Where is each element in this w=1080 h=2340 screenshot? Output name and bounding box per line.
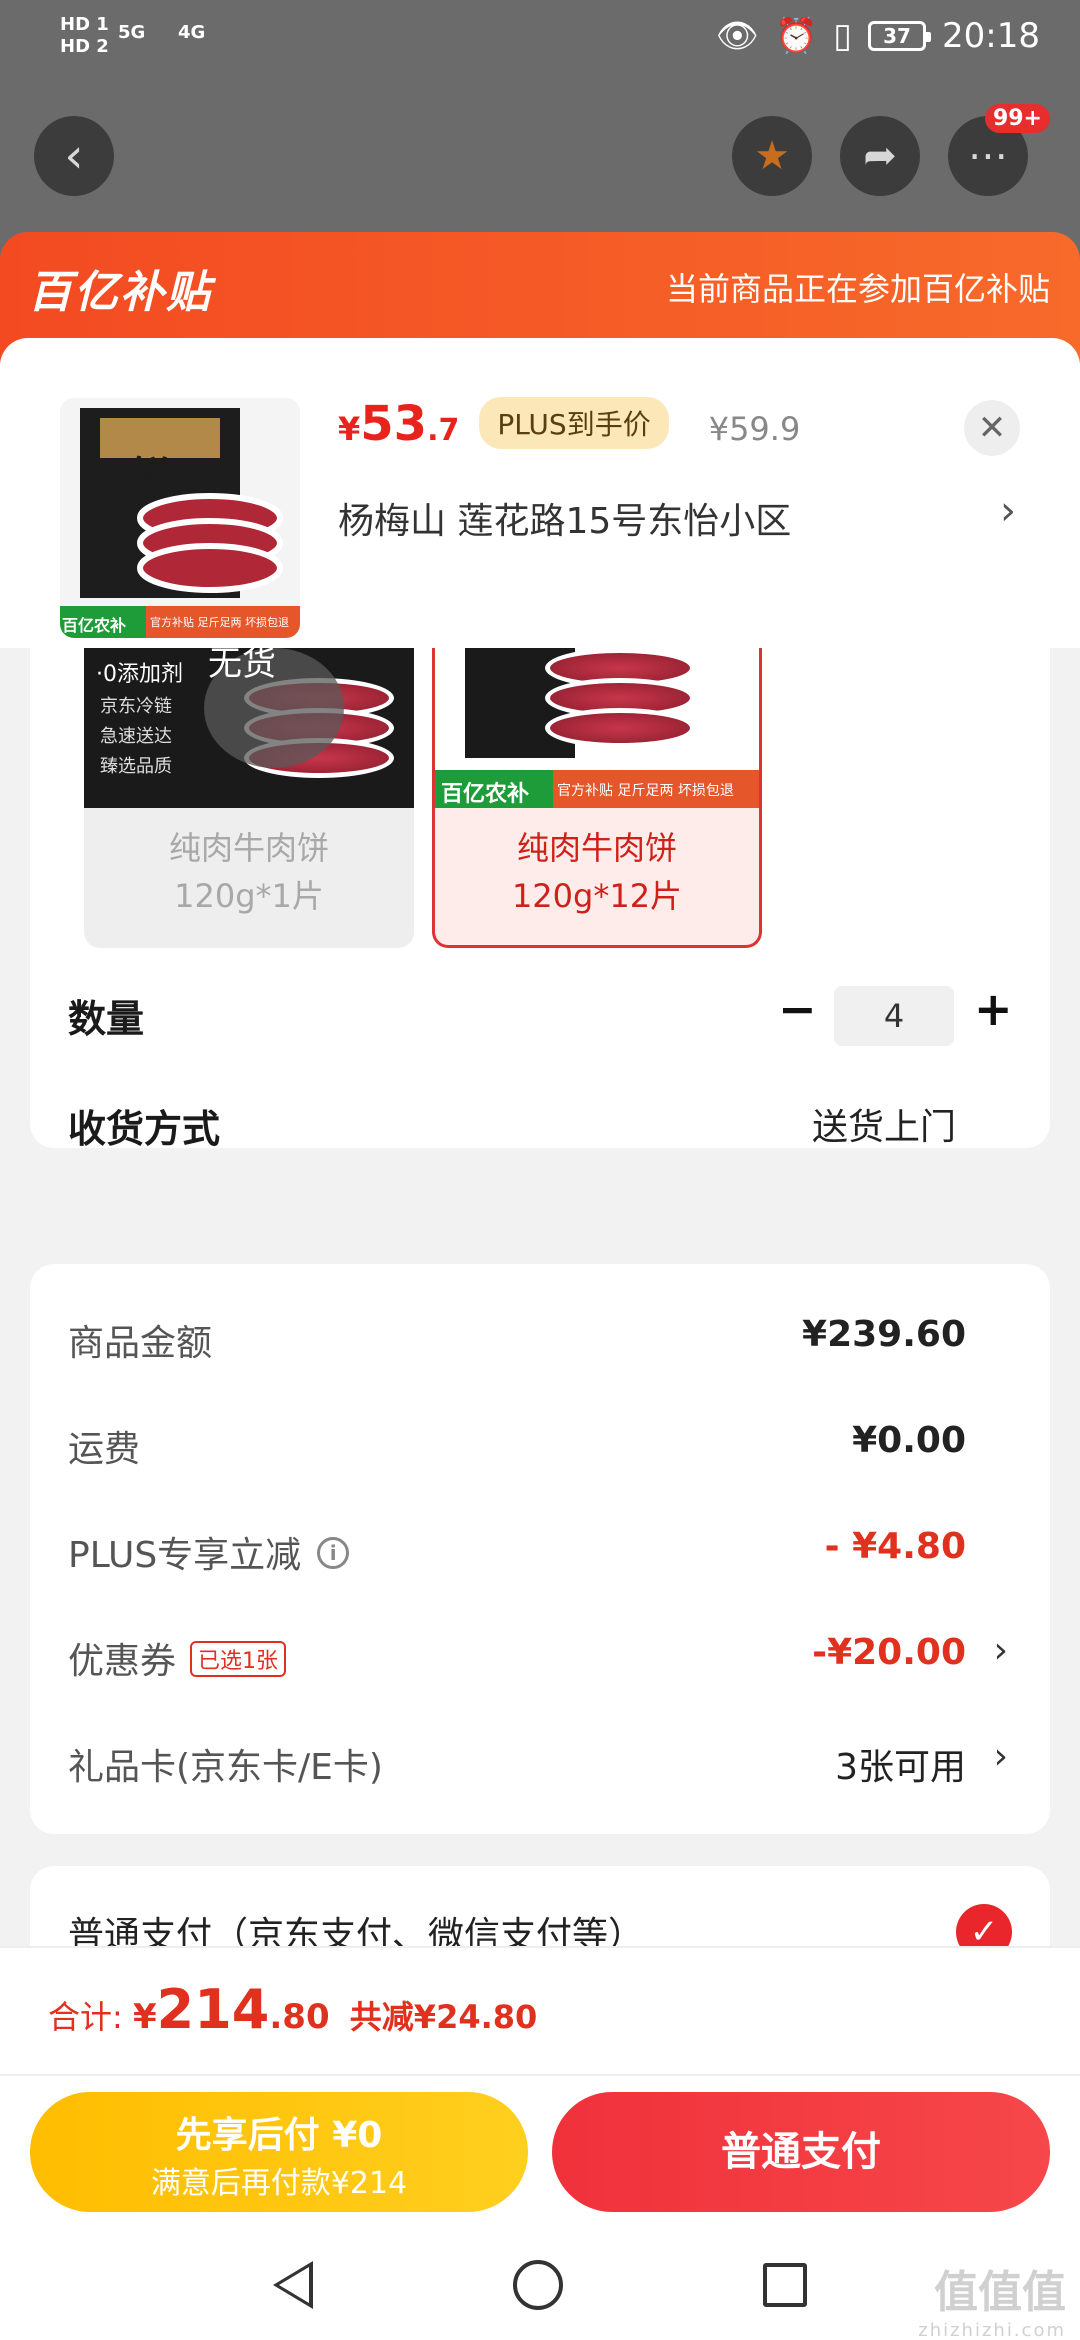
eye-icon: 👁 — [715, 16, 759, 56]
variant-img-text: 京东冷链 — [100, 696, 172, 717]
delivery-address[interactable]: 杨梅山 莲花路15号东怡小区 — [338, 492, 791, 544]
status-icons: 👁 ⏰ ▯ 37 20:18 — [716, 16, 1040, 56]
quantity-label: 数量 — [68, 997, 145, 1041]
battery-icon: 37 — [868, 21, 932, 51]
star-icon: ★ — [754, 133, 790, 179]
product-thumbnail: 鲜 百亿农补 官方补贴 足斤足两 坏损包退 — [60, 398, 300, 638]
original-price: ¥59.9 — [708, 410, 801, 448]
pay-later-button[interactable]: 先享后付 ¥0 满意后再付款¥214 — [30, 2092, 528, 2212]
sim1-label: HD 1 — [60, 14, 109, 35]
notification-badge: 99+ — [984, 104, 1050, 133]
signal-indicators: HD 1 HD 2 5G 4G — [60, 14, 205, 58]
clock-time: 20:18 — [942, 16, 1040, 56]
total-currency: ¥ — [132, 1997, 157, 2037]
pay-later-title: 先享后付 ¥0 — [175, 2115, 383, 2156]
variant-img-text: 臻选品质 — [100, 756, 172, 777]
thumb-tag: 官方补贴 足斤足两 坏损包退 — [150, 616, 289, 629]
pay-later-subtitle: 满意后再付款¥214 — [150, 2166, 408, 2201]
subsidy-message: 当前商品正在参加百亿补贴 — [665, 270, 1050, 308]
thumb-badge: 百亿农补 — [62, 616, 127, 635]
favorite-button[interactable]: ★ — [732, 116, 812, 196]
alarm-icon: ⏰ — [774, 16, 818, 56]
vibrate-icon: ▯ — [833, 16, 853, 56]
plus-discount-label: PLUS专享立减 — [68, 1535, 302, 1576]
variant-image: ·0添加剂 京东冷链 急速送达 臻选品质 无货 — [84, 648, 414, 808]
nav-home-icon[interactable] — [513, 2260, 563, 2310]
more-dots-icon: ⋯ — [968, 133, 1008, 179]
status-bar: HD 1 HD 2 5G 4G 👁 ⏰ ▯ 37 20:18 — [0, 0, 1080, 80]
total-reduce-value: ¥24.80 — [413, 1998, 538, 2036]
plus-discount-row: PLUS专享立减 i — [68, 1526, 350, 1578]
price-currency: ¥ — [338, 410, 361, 448]
variant-image: 百亿农补 官方补贴 足斤足两 坏损包退 — [435, 648, 759, 808]
close-icon: ✕ — [977, 408, 1007, 448]
watermark-sub: zhizhizhi.com — [918, 2320, 1066, 2340]
quantity-input[interactable]: 4 — [834, 986, 954, 1046]
total-label: 合计: — [48, 1998, 123, 2036]
delivery-method-value[interactable]: 送货上门 — [812, 1098, 956, 1150]
coupon-label: 优惠券 — [68, 1641, 177, 1682]
variant-img-text: ·0添加剂 — [96, 662, 183, 687]
total-row: 合计: ¥214.80 共减¥24.80 — [0, 1946, 1080, 2076]
watermark-main: 值值值 — [934, 2267, 1066, 2318]
shipping-label: 运费 — [68, 1429, 141, 1470]
total-amount: 合计: ¥214.80 共减¥24.80 — [48, 1978, 537, 2041]
variant-label: 纯肉牛肉饼 120g*12片 — [435, 808, 759, 920]
variant-img-text: 急速送达 — [100, 726, 172, 747]
variant-label: 纯肉牛肉饼 120g*1片 — [84, 808, 414, 920]
variant-option-selected[interactable]: 百亿农补 官方补贴 足斤足两 坏损包退 纯肉牛肉饼 120g*12片 — [432, 648, 762, 948]
goods-amount-label: 商品金额 — [68, 1323, 213, 1364]
chevron-right-icon[interactable]: › — [1000, 488, 1016, 534]
delivery-method-label: 收货方式 — [68, 1107, 221, 1151]
subsidy-logo: 百亿补贴 — [28, 267, 212, 318]
nav-recent-icon[interactable] — [763, 2263, 807, 2307]
back-button[interactable]: ‹ — [34, 116, 114, 196]
total-decimal: .80 — [269, 1997, 330, 2037]
options-card: ·0添加剂 京东冷链 急速送达 臻选品质 无货 纯肉牛肉饼 120g*1片 百亿… — [30, 648, 1050, 1151]
price-decimal: .7 — [427, 413, 460, 448]
variant-name: 纯肉牛肉饼 — [168, 829, 329, 867]
info-icon[interactable]: i — [317, 1537, 350, 1569]
product-image-icon — [60, 408, 300, 638]
network-4g-label: 4G — [178, 22, 206, 43]
thumb-brand: 鲜 — [130, 454, 170, 500]
variant-badge: 百亿农补 — [441, 782, 530, 807]
product-header: 鲜 百亿农补 官方补贴 足斤足两 坏损包退 ¥ 53 .7 PLUS到手价 ¥5… — [0, 338, 1080, 648]
total-integer: 214 — [156, 1978, 270, 2041]
giftcard-value[interactable]: 3张可用 — [835, 1738, 966, 1790]
price-integer: 53 — [360, 396, 428, 452]
coupon-selected-tag: 已选1张 — [190, 1641, 287, 1677]
share-button[interactable]: ➦ — [840, 116, 920, 196]
watermark: 值值值 zhizhizhi.com — [918, 2256, 1066, 2340]
shipping-value: ¥0.00 — [852, 1420, 966, 1461]
giftcard-label[interactable]: 礼品卡(京东卡/E卡) — [68, 1738, 383, 1790]
goods-amount-value: ¥239.60 — [802, 1314, 966, 1355]
normal-pay-button[interactable]: 普通支付 — [552, 2092, 1050, 2212]
sim2-label: HD 2 — [60, 36, 109, 57]
out-of-stock-label: 无货 — [208, 648, 276, 684]
coupon-value[interactable]: -¥20.00 — [812, 1632, 966, 1673]
chevron-right-icon[interactable]: › — [994, 1630, 1008, 1671]
total-reduce-label: 共减 — [349, 1998, 414, 2036]
variant-name: 纯肉牛肉饼 — [516, 829, 677, 867]
chevron-right-icon[interactable]: › — [994, 1736, 1008, 1777]
quantity-increment-button[interactable]: + — [974, 982, 1013, 1036]
variant-tag: 官方补贴 足斤足两 坏损包退 — [557, 783, 734, 799]
variant-spec: 120g*12片 — [511, 877, 683, 915]
plus-discount-value: - ¥4.80 — [824, 1526, 966, 1567]
variant-spec: 120g*1片 — [174, 877, 324, 915]
variant-option[interactable]: ·0添加剂 京东冷链 急速送达 臻选品质 无货 纯肉牛肉饼 120g*1片 — [84, 648, 414, 948]
price-summary-card: 商品金额 ¥239.60 运费 ¥0.00 PLUS专享立减 i - ¥4.80 … — [30, 1264, 1050, 1834]
more-button[interactable]: ⋯ 99+ — [948, 104, 1050, 196]
chevron-left-icon: ‹ — [64, 128, 84, 184]
quantity-decrement-button[interactable]: − — [778, 982, 817, 1036]
close-button[interactable]: ✕ — [964, 400, 1020, 456]
network-5g-label: 5G — [118, 22, 146, 43]
nav-back-icon[interactable] — [273, 2261, 313, 2309]
price-row: ¥ 53 .7 PLUS到手价 ¥59.9 — [338, 396, 800, 455]
coupon-row[interactable]: 优惠券 已选1张 — [68, 1632, 287, 1684]
plus-price-tag: PLUS到手价 — [479, 397, 669, 449]
share-icon: ➦ — [863, 133, 897, 179]
